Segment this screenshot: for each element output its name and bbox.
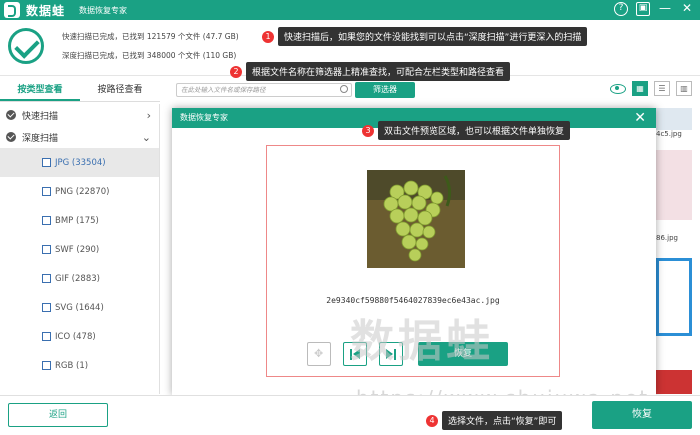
eye-icon[interactable]: [610, 83, 626, 94]
brand-name: 数据蛙: [26, 3, 66, 18]
minimize-button[interactable]: —: [658, 2, 672, 16]
title-bar: 数据蛙 数据恢复专家 ? ▣ — ✕: [0, 0, 700, 20]
close-button[interactable]: ✕: [680, 2, 694, 16]
success-check-icon: [8, 28, 44, 64]
tree-item-bmp[interactable]: BMP (175): [0, 206, 159, 235]
preview-filename: 2e9340cf59880f5464027839ec6e43ac.jpg: [326, 296, 500, 305]
thumbnail[interactable]: [656, 258, 692, 336]
chevron-right-icon[interactable]: ›: [147, 109, 151, 122]
tree-item-jpg[interactable]: JPG (33504): [0, 148, 159, 177]
tree-node-deep-scan[interactable]: 深度扫描 ⌄: [0, 126, 159, 148]
callout-text: 快速扫描后，如果您的文件没能找到可以点击“深度扫描”进行更深入的扫描: [278, 27, 588, 46]
filter-button[interactable]: 筛选器: [355, 82, 415, 98]
thumbnail-caption: 86.jpg: [656, 234, 678, 242]
checkbox[interactable]: [42, 216, 51, 225]
checkbox[interactable]: [42, 158, 51, 167]
tree-item-label: SWF (290): [55, 244, 100, 255]
search-input[interactable]: 在此处输入文件名或保存路径: [176, 83, 352, 97]
tab-by-path[interactable]: 按路径查看: [80, 80, 160, 101]
tree-item-label: SVG (1644): [55, 302, 104, 313]
checked-circle-icon: [6, 110, 16, 120]
tree-node-quick-scan[interactable]: 快速扫描 ›: [0, 104, 159, 126]
thumbnail[interactable]: [656, 370, 692, 394]
callout-text: 根据文件名称在筛选器上精准查找，可配合左栏类型和路径查看: [246, 62, 511, 81]
view-controls: ▦ ☰ ▥: [610, 81, 692, 96]
save-icon[interactable]: ▣: [636, 2, 650, 16]
callout-4: 4 选择文件，点击“恢复”即可: [426, 411, 563, 430]
app-name: 数据恢复专家: [79, 5, 128, 15]
tree-item-rgb[interactable]: RGB (1): [0, 351, 159, 380]
callout-badge: 1: [262, 30, 274, 43]
file-type-tree: 快速扫描 › 深度扫描 ⌄ JPG (33504) PNG (22870) BM…: [0, 104, 160, 394]
tree-item-label: PNG (22870): [55, 186, 110, 197]
tree-item-svg[interactable]: SVG (1644): [0, 293, 159, 322]
view-tabs: 按类型查看 按路径查看: [0, 80, 160, 102]
footer-bar: 返回 恢复: [0, 395, 700, 435]
callout-badge: 2: [230, 65, 242, 78]
checkbox[interactable]: [42, 332, 51, 341]
callout-1: 1 快速扫描后，如果您的文件没能找到可以点击“深度扫描”进行更深入的扫描: [262, 27, 588, 46]
tree-item-label: ICO (478): [55, 331, 96, 342]
detail-view-button[interactable]: ▥: [676, 81, 692, 96]
checkbox[interactable]: [42, 274, 51, 283]
watermark-logo: 数据蛙: [350, 316, 494, 367]
preview-image: [367, 170, 465, 268]
search-placeholder: 在此处输入文件名或保存路径: [181, 86, 266, 94]
frog-logo-icon: [4, 2, 20, 18]
grid-view-button[interactable]: ▦: [632, 81, 648, 96]
back-button[interactable]: 返回: [8, 403, 108, 427]
dialog-close-button[interactable]: ✕: [634, 108, 646, 128]
chevron-down-icon[interactable]: ⌄: [142, 131, 151, 144]
callout-badge: 4: [426, 414, 438, 427]
search-icon[interactable]: [340, 85, 348, 93]
tree-item-label: JPG (33504): [55, 157, 106, 168]
grapes-photo-icon: [367, 170, 465, 268]
thumbnail[interactable]: [656, 150, 692, 220]
checkbox[interactable]: [42, 361, 51, 370]
help-icon[interactable]: ?: [614, 2, 628, 16]
checked-circle-icon: [6, 132, 16, 142]
tree-item-gif[interactable]: GIF (2883): [0, 264, 159, 293]
tree-item-label: RGB (1): [55, 360, 89, 371]
callout-2: 2 根据文件名称在筛选器上精准查找，可配合左栏类型和路径查看: [230, 62, 511, 81]
checkbox[interactable]: [42, 303, 51, 312]
tree-item-label: BMP (175): [55, 215, 99, 226]
tree-item-swf[interactable]: SWF (290): [0, 235, 159, 264]
tree-node-label: 快速扫描: [22, 111, 59, 122]
thumbnail[interactable]: [656, 108, 692, 130]
callout-badge: 3: [362, 124, 374, 137]
tree-item-png[interactable]: PNG (22870): [0, 177, 159, 206]
list-view-button[interactable]: ☰: [654, 81, 670, 96]
checkbox[interactable]: [42, 187, 51, 196]
tab-by-type[interactable]: 按类型查看: [0, 80, 80, 101]
tree-item-ico[interactable]: ICO (478): [0, 322, 159, 351]
dialog-title: 数据恢复专家: [180, 113, 228, 122]
deep-scan-status: 深度扫描已完成，已找到 348000 个文件 (110 GB): [62, 51, 237, 60]
callout-text: 选择文件，点击“恢复”即可: [442, 411, 563, 430]
callout-text: 双击文件预览区域，也可以根据文件单独恢复: [378, 121, 571, 140]
tree-item-label: GIF (2883): [55, 273, 100, 284]
thumbnail-caption: 4c5.jpg: [656, 130, 682, 138]
checkbox[interactable]: [42, 245, 51, 254]
zoom-icon[interactable]: [307, 342, 331, 366]
tree-node-label: 深度扫描: [22, 133, 59, 144]
recover-button[interactable]: 恢复: [592, 401, 692, 429]
quick-scan-status: 快速扫描已完成，已找到 121579 个文件 (47.7 GB): [62, 32, 239, 41]
callout-3: 3 双击文件预览区域，也可以根据文件单独恢复: [362, 121, 571, 140]
